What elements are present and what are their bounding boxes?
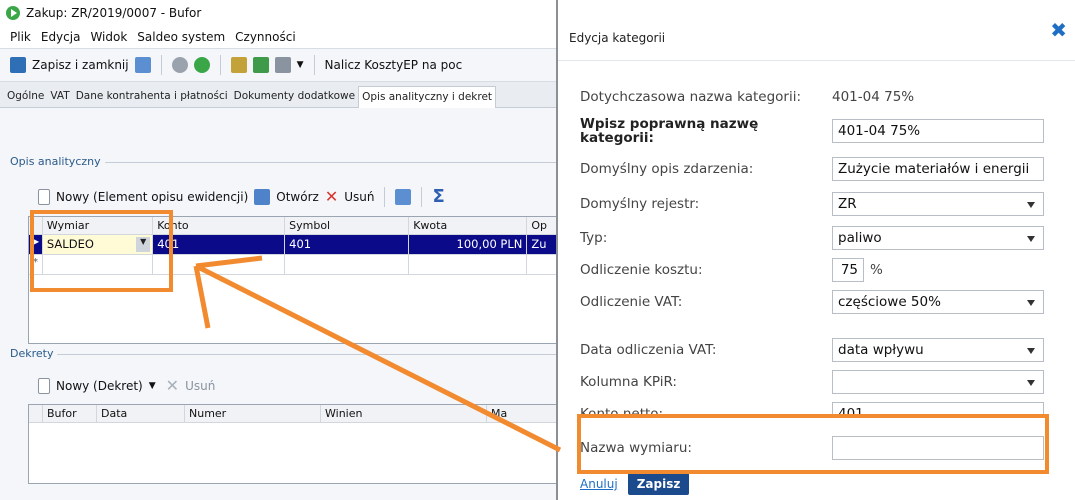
arrow-line <box>195 255 263 269</box>
arrow-line <box>194 263 562 453</box>
annotation-arrows <box>193 255 562 453</box>
screen: Zakup: ZR/2019/0007 - Bufor Plik Edycja … <box>0 0 1075 500</box>
arrow-line <box>193 265 211 329</box>
